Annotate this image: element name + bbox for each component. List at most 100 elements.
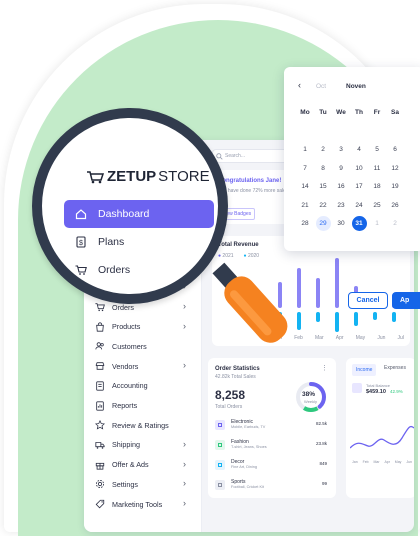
calendar-day[interactable]: 10 (350, 159, 368, 178)
income-axis: Jan Feb Mar Apr May Jun (352, 460, 412, 464)
wallet-icon (352, 383, 362, 393)
sidebar-item-review-ratings[interactable]: Review & Ratings (94, 416, 194, 434)
revenue-month-label: Jun (377, 335, 386, 341)
calendar-day[interactable]: 29 (314, 215, 332, 234)
calendar-day (296, 122, 314, 141)
month-oct[interactable]: Oct (316, 83, 326, 90)
brand-logo: ZETUP STORE (86, 168, 210, 185)
category-icon (215, 480, 225, 490)
tab-income[interactable]: Income (352, 364, 377, 376)
apply-button[interactable]: Ap (392, 292, 420, 309)
order-stat-row: Electronic Mobile, Earbuds, TV 82.5k (215, 418, 331, 434)
users-icon (94, 340, 106, 352)
weekday-label: We (336, 108, 346, 116)
category-value: 23.8k (315, 441, 327, 446)
calendar-day[interactable]: 21 (296, 196, 314, 215)
revenue-month-label: Apr (335, 335, 344, 341)
calendar-day[interactable]: 8 (314, 159, 332, 178)
calendar-day[interactable]: 1 (296, 140, 314, 159)
calendar-day[interactable]: 11 (368, 159, 386, 178)
sidebar-item-reports[interactable]: Reports (94, 397, 194, 415)
revenue-bar-2020 (373, 312, 377, 320)
sidebar-item-settings[interactable]: Settings › (94, 475, 194, 493)
calendar-day[interactable]: 12 (386, 159, 404, 178)
calendar-day[interactable]: 17 (350, 177, 368, 196)
sidebar-item-label: Review & Ratings (112, 420, 169, 430)
calendar-day[interactable]: 2 (386, 215, 404, 234)
calendar-day[interactable]: 9 (332, 159, 350, 178)
cancel-button[interactable]: Cancel (348, 292, 388, 309)
lens-nav-orders[interactable]: Orders (64, 256, 214, 284)
calendar-day[interactable]: 22 (314, 196, 332, 215)
order-stats-card: Order Statistics 42.82k Total Sales ⋮ 8,… (208, 358, 336, 498)
calendar-day[interactable]: 6 (386, 140, 404, 159)
chevron-right-icon: › (183, 438, 186, 449)
sidebar-item-vendors[interactable]: Vendors › (94, 357, 194, 375)
calendar-day[interactable]: 30 (332, 215, 350, 234)
weekday-label: Th (355, 108, 363, 116)
prev-month-icon[interactable]: ‹ (298, 80, 301, 90)
calendar-day[interactable]: 25 (368, 196, 386, 215)
revenue-month-label: Mar (315, 335, 324, 341)
lens-nav-orders-label: Orders (98, 264, 131, 276)
date-picker: ‹ Oct Noven Mo Tu We Th Fr Sa 1 2 3 4 5 6 7 8 9 10 11 12 1… (284, 67, 420, 309)
sidebar-item-shipping[interactable]: Shipping › (94, 436, 194, 454)
revenue-months: JanFebMarAprMayJunJul (274, 335, 404, 341)
lens-nav-plans-label: Plans (98, 236, 125, 248)
calendar-day[interactable]: 18 (368, 177, 386, 196)
shopping-cart-logo-icon (87, 170, 104, 183)
calendar-day[interactable]: 23 (332, 196, 350, 215)
revenue-title: Total Revenue (218, 242, 259, 248)
balance-value: $459.10 (366, 389, 386, 395)
search-input[interactable]: Search... (212, 149, 292, 163)
calendar-day[interactable]: 4 (350, 140, 368, 159)
revenue-month-label: Feb (294, 335, 303, 341)
month-nov[interactable]: Noven (346, 83, 366, 90)
calendar-day[interactable]: 15 (314, 177, 332, 196)
income-axis-label: Feb (362, 460, 369, 464)
revenue-bar-2020 (392, 312, 396, 322)
calendar-day[interactable]: 14 (296, 177, 314, 196)
gift-icon (94, 459, 106, 471)
more-options-icon[interactable]: ⋮ (321, 364, 328, 372)
calendar-day[interactable]: 19 (386, 177, 404, 196)
sidebar-item-offer-ads[interactable]: Offer & Ads › (94, 456, 194, 474)
sidebar-item-label: Marketing Tools (112, 499, 163, 509)
calendar-day[interactable]: 24 (350, 196, 368, 215)
chevron-right-icon: › (183, 320, 186, 331)
sidebar-item-customers[interactable]: Customers (94, 337, 194, 355)
sidebar-item-label: Accounting (112, 381, 148, 391)
calendar-day[interactable]: 5 (368, 140, 386, 159)
calendar-day[interactable]: 3 (332, 140, 350, 159)
calendar-day[interactable]: 1 (368, 215, 386, 234)
calendar-day[interactable]: 16 (332, 177, 350, 196)
lens-nav-dashboard-label: Dashboard (98, 208, 150, 220)
calendar-day[interactable]: 2 (314, 140, 332, 159)
calendar-day[interactable]: 26 (386, 196, 404, 215)
sidebar-item-products[interactable]: Products › (94, 318, 194, 336)
calendar-day[interactable]: 7 (296, 159, 314, 178)
ring-label: Weekly (304, 399, 318, 404)
sidebar-item-accounting[interactable]: Accounting (94, 377, 194, 395)
lens-nav-plans[interactable]: $ Plans (64, 228, 214, 256)
calendar-day (368, 122, 386, 141)
income-axis-label: Jun (406, 460, 412, 464)
calendar-day[interactable]: 28 (296, 215, 314, 234)
category-icon (215, 460, 225, 470)
congrats-title: Congratulations Jane! (218, 178, 282, 184)
calendar-day[interactable]: 31 (350, 215, 368, 234)
tab-expenses[interactable]: Expenses (384, 365, 406, 371)
ring-value: 38% (302, 391, 316, 398)
sidebar-item-label: Offer & Ads (112, 460, 149, 470)
weekday-label: Mo (300, 108, 310, 116)
calendar-day (350, 122, 368, 141)
sidebar-item-marketing-tools[interactable]: Marketing Tools › (94, 495, 194, 513)
revenue-bar-2020 (354, 312, 358, 326)
lens-content: ZETUP STORE Dashboard $ Plans Orders (42, 118, 218, 294)
brand-name-light: STORE (158, 168, 210, 185)
lens-nav-dashboard[interactable]: Dashboard (64, 200, 214, 228)
weekday-label: Fr (373, 108, 381, 116)
income-axis-label: May (394, 460, 402, 464)
category-value: 849 (319, 461, 327, 466)
sidebar-item-label: Shipping (112, 440, 140, 450)
